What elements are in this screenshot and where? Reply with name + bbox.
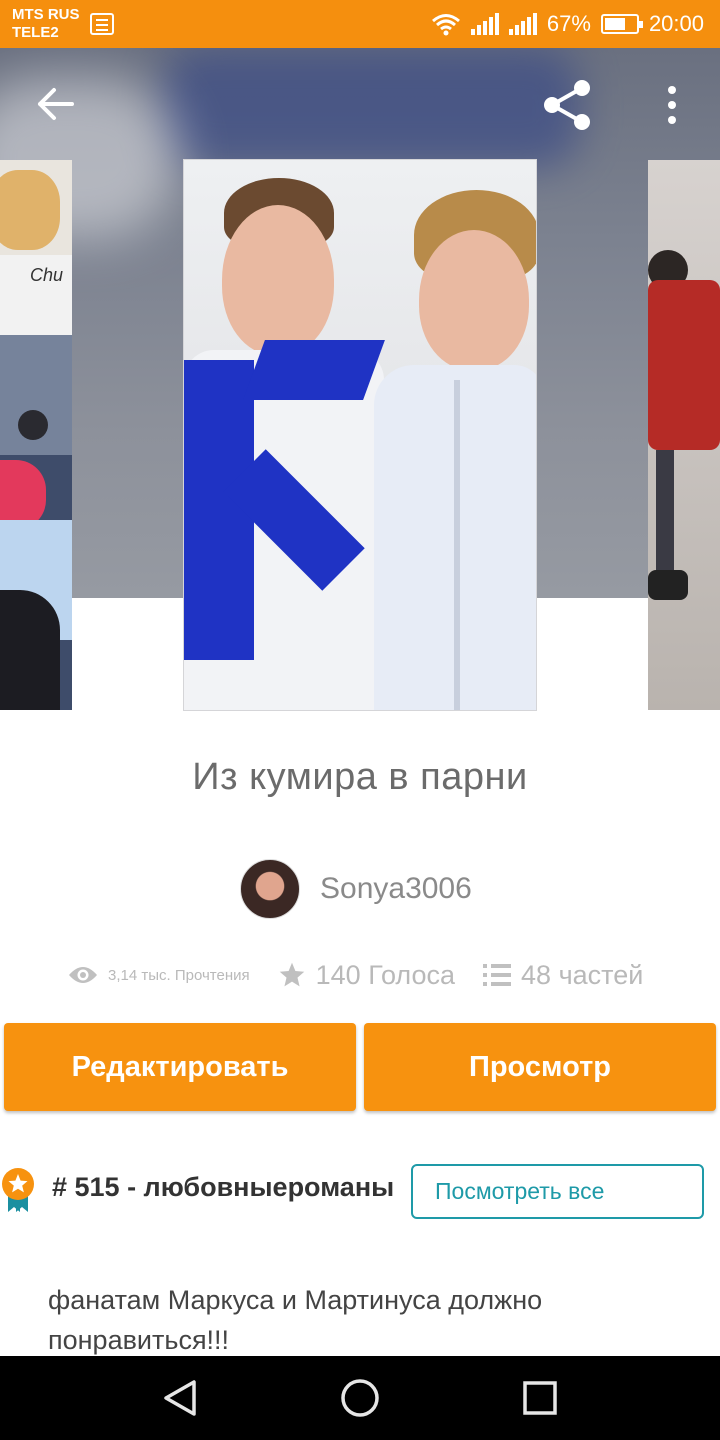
see-all-button[interactable]: Посмотреть все: [411, 1164, 704, 1219]
star-icon: [279, 962, 304, 987]
ranking-text: # 515 - любовныероманы: [52, 1172, 395, 1202]
navigation-bar: [0, 1356, 720, 1440]
back-button[interactable]: [30, 82, 80, 126]
battery-icon: [600, 14, 643, 34]
author-avatar[interactable]: [240, 859, 300, 919]
story-details-screen: MTS RUS TELE2 67% 20:00 Chu Из кумира в …: [0, 0, 720, 1440]
wifi-icon: [431, 14, 460, 36]
cover-next[interactable]: [648, 160, 720, 710]
nav-back-button[interactable]: [140, 1356, 220, 1440]
story-title: Из кумира в парни: [192, 756, 528, 798]
triangle-back-icon: [164, 1380, 196, 1416]
share-icon: [544, 80, 590, 130]
nav-home-button[interactable]: [320, 1356, 400, 1440]
carrier-1: MTS RUS: [12, 6, 80, 23]
carrier-2: TELE2: [12, 24, 59, 41]
nav-recents-button[interactable]: [500, 1356, 580, 1440]
rank-badge-icon: [0, 1166, 36, 1216]
clock: 20:00: [648, 11, 704, 36]
reads-stat: 3,14 тыс. Прочтения: [68, 965, 250, 985]
more-options-button[interactable]: [655, 84, 689, 126]
cover-image[interactable]: [184, 160, 536, 710]
carrier-info: MTS RUS TELE2: [12, 6, 80, 42]
arrow-left-icon: [38, 88, 74, 120]
reads-count: 3,14 тыс. Прочтения: [108, 966, 250, 984]
votes-count: 140 Голоса: [315, 959, 456, 990]
more-vertical-icon: [668, 86, 676, 124]
view-button[interactable]: Просмотр: [364, 1023, 716, 1111]
list-icon: [483, 964, 512, 986]
author-name[interactable]: Sonya3006: [320, 872, 472, 906]
votes-stat: 140 Голоса: [278, 960, 455, 991]
signal-icon-1: [470, 13, 499, 35]
story-description: фанатам Маркуса и Мартинуса должно понра…: [48, 1285, 543, 1355]
story-stats: 3,14 тыс. Прочтения 140 Голоса 48 частей: [68, 954, 671, 996]
status-bar: MTS RUS TELE2 67% 20:00: [0, 0, 720, 48]
battery-fill: [604, 18, 626, 30]
signal-icon-2: [508, 13, 537, 35]
notification-icon: [90, 13, 114, 35]
parts-count: 48 частей: [521, 959, 644, 990]
circle-home-icon: [341, 1379, 379, 1417]
square-recents-icon: [523, 1381, 557, 1415]
edit-button[interactable]: Редактировать: [4, 1023, 356, 1111]
cover-previous[interactable]: Chu: [0, 160, 72, 710]
share-button[interactable]: [540, 78, 596, 132]
status-indicators: 67% 20:00: [431, 8, 704, 40]
eye-icon: [69, 967, 97, 983]
author-link[interactable]: Sonya3006: [240, 858, 472, 920]
battery-percent: 67%: [546, 11, 591, 36]
parts-stat: 48 частей: [483, 960, 643, 991]
